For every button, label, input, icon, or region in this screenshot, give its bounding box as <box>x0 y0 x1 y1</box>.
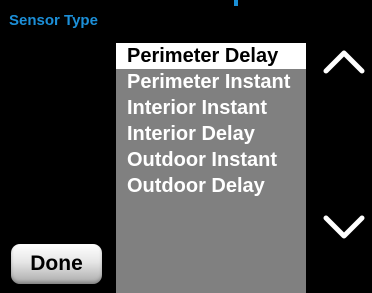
chevron-up-icon <box>323 50 365 74</box>
scroll-up-button[interactable] <box>320 40 368 80</box>
chevron-down-icon <box>323 215 365 239</box>
list-item-outdoor-instant[interactable]: Outdoor Instant <box>116 147 306 173</box>
scroll-down-button[interactable] <box>320 207 368 247</box>
sensor-type-screen: Sensor Type Perimeter Delay Perimeter In… <box>0 0 372 293</box>
list-item-interior-delay[interactable]: Interior Delay <box>116 121 306 147</box>
list-item-perimeter-instant[interactable]: Perimeter Instant <box>116 69 306 95</box>
top-indicator-mark <box>234 0 238 6</box>
done-button[interactable]: Done <box>11 244 102 284</box>
list-item-perimeter-delay[interactable]: Perimeter Delay <box>116 43 306 69</box>
sensor-type-list[interactable]: Perimeter Delay Perimeter Instant Interi… <box>116 43 306 293</box>
list-item-interior-instant[interactable]: Interior Instant <box>116 95 306 121</box>
list-item-outdoor-delay[interactable]: Outdoor Delay <box>116 173 306 199</box>
done-button-label: Done <box>30 252 83 275</box>
page-title: Sensor Type <box>9 12 98 29</box>
